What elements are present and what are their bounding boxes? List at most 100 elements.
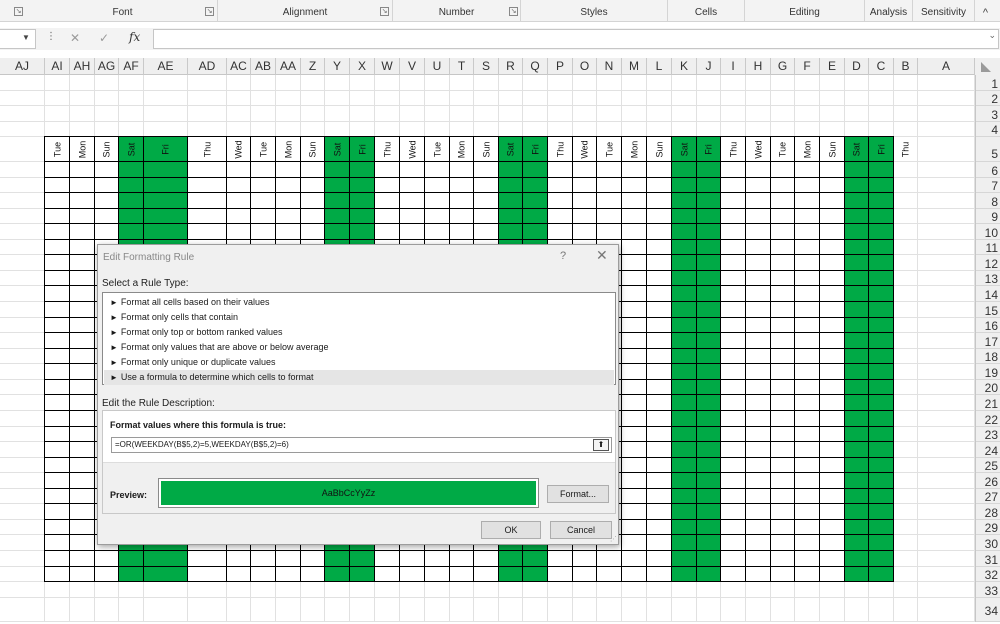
column-header-r[interactable]: R xyxy=(499,58,523,75)
row-header-28[interactable]: 28 xyxy=(976,504,1000,520)
column-header-d[interactable]: D xyxy=(845,58,869,75)
row-header-13[interactable]: 13 xyxy=(976,271,1000,286)
column-header-o[interactable]: O xyxy=(573,58,597,75)
row-header-27[interactable]: 27 xyxy=(976,489,1000,504)
insert-function-icon[interactable]: fx xyxy=(129,30,140,44)
rule-type-item[interactable]: ► Format only top or bottom ranked values xyxy=(104,325,614,340)
column-header-a[interactable]: A xyxy=(918,58,975,75)
column-header-m[interactable]: M xyxy=(622,58,647,75)
row-header-6[interactable]: 6 xyxy=(976,162,1000,178)
column-header-k[interactable]: K xyxy=(672,58,697,75)
column-header-y[interactable]: Y xyxy=(325,58,350,75)
collapse-ribbon-icon[interactable]: ^ xyxy=(983,0,988,26)
number-dialog-launcher-icon[interactable]: ↘ xyxy=(509,7,518,16)
cancel-entry-icon[interactable]: ✕ xyxy=(70,31,80,45)
row-header-14[interactable]: 14 xyxy=(976,286,1000,302)
column-header-z[interactable]: Z xyxy=(301,58,325,75)
enter-entry-icon[interactable]: ✓ xyxy=(99,31,109,45)
row-header-20[interactable]: 20 xyxy=(976,380,1000,395)
select-all-icon[interactable] xyxy=(981,62,991,72)
row-header-32[interactable]: 32 xyxy=(976,567,1000,582)
row-header-3[interactable]: 3 xyxy=(976,106,1000,122)
row-header-5[interactable]: 5 xyxy=(976,137,1000,162)
format-button[interactable]: Format... xyxy=(547,485,609,503)
row-header-8[interactable]: 8 xyxy=(976,193,1000,209)
row-header-33[interactable]: 33 xyxy=(976,582,1000,598)
row-header-9[interactable]: 9 xyxy=(976,209,1000,224)
name-box[interactable]: ▼ xyxy=(0,29,36,49)
row-header-24[interactable]: 24 xyxy=(976,442,1000,458)
row-header-23[interactable]: 23 xyxy=(976,427,1000,442)
row-header-4[interactable]: 4 xyxy=(976,122,1000,137)
row-header-34[interactable]: 34 xyxy=(976,598,1000,622)
column-header-n[interactable]: N xyxy=(597,58,622,75)
column-header-ab[interactable]: AB xyxy=(251,58,276,75)
rule-type-item[interactable]: ► Format only unique or duplicate values xyxy=(104,355,614,370)
rule-type-item[interactable]: ► Format only values that are above or be… xyxy=(104,340,614,355)
preview-swatch: AaBbCcYyZz xyxy=(161,481,536,505)
column-header-l[interactable]: L xyxy=(647,58,672,75)
cancel-button[interactable]: Cancel xyxy=(550,521,612,539)
column-header-ad[interactable]: AD xyxy=(188,58,227,75)
more-options-icon[interactable]: ⋮ xyxy=(46,31,56,42)
column-header-i[interactable]: I xyxy=(721,58,746,75)
column-header-t[interactable]: T xyxy=(450,58,474,75)
column-header-ae[interactable]: AE xyxy=(144,58,188,75)
row-header-10[interactable]: 10 xyxy=(976,224,1000,240)
row-header-15[interactable]: 15 xyxy=(976,302,1000,318)
row-header-31[interactable]: 31 xyxy=(976,551,1000,567)
column-header-ac[interactable]: AC xyxy=(227,58,251,75)
rule-type-item[interactable]: ► Format all cells based on their values xyxy=(104,295,614,310)
column-header-j[interactable]: J xyxy=(697,58,721,75)
column-header-p[interactable]: P xyxy=(548,58,573,75)
row-header-30[interactable]: 30 xyxy=(976,535,1000,551)
column-header-e[interactable]: E xyxy=(820,58,845,75)
formula-input[interactable] xyxy=(153,29,999,49)
column-header-u[interactable]: U xyxy=(425,58,450,75)
column-header-c[interactable]: C xyxy=(869,58,894,75)
row-header-29[interactable]: 29 xyxy=(976,520,1000,535)
column-header-af[interactable]: AF xyxy=(119,58,144,75)
rule-type-item[interactable]: ► Use a formula to determine which cells … xyxy=(104,370,614,385)
column-header-aj[interactable]: AJ xyxy=(0,58,45,75)
column-header-w[interactable]: W xyxy=(375,58,400,75)
row-header-2[interactable]: 2 xyxy=(976,91,1000,106)
row-header-25[interactable]: 25 xyxy=(976,458,1000,473)
column-header-b[interactable]: B xyxy=(894,58,918,75)
font-dialog-launcher-icon[interactable]: ↘ xyxy=(205,7,214,16)
row-header-21[interactable]: 21 xyxy=(976,395,1000,411)
row-header-18[interactable]: 18 xyxy=(976,349,1000,364)
column-header-v[interactable]: V xyxy=(400,58,425,75)
formula-field[interactable]: =OR(WEEKDAY(B$5,2)=5,WEEKDAY(B$5,2)=6) ⬆ xyxy=(111,437,612,453)
row-header-26[interactable]: 26 xyxy=(976,473,1000,489)
close-icon[interactable]: ✕ xyxy=(596,247,608,264)
collapse-dialog-icon[interactable]: ⬆ xyxy=(593,439,609,451)
column-header-q[interactable]: Q xyxy=(523,58,548,75)
column-header-s[interactable]: S xyxy=(474,58,499,75)
row-header-19[interactable]: 19 xyxy=(976,364,1000,380)
column-header-h[interactable]: H xyxy=(746,58,771,75)
column-header-g[interactable]: G xyxy=(771,58,795,75)
chevron-down-icon[interactable]: ▼ xyxy=(22,33,30,42)
row-header-16[interactable]: 16 xyxy=(976,318,1000,333)
row-header-17[interactable]: 17 xyxy=(976,333,1000,349)
row-header-22[interactable]: 22 xyxy=(976,411,1000,427)
column-header-f[interactable]: F xyxy=(795,58,820,75)
day-header-tue: Tue xyxy=(604,141,614,158)
row-header-11[interactable]: 11 xyxy=(976,240,1000,255)
column-header-ah[interactable]: AH xyxy=(70,58,95,75)
resize-grip-icon[interactable]: ⋰ xyxy=(610,535,617,543)
alignment-dialog-launcher-icon[interactable]: ↘ xyxy=(380,7,389,16)
help-icon[interactable]: ? xyxy=(560,250,566,262)
column-header-x[interactable]: X xyxy=(350,58,375,75)
column-header-ai[interactable]: AI xyxy=(45,58,70,75)
ok-button[interactable]: OK xyxy=(481,521,541,539)
expand-formula-bar-icon[interactable]: ⌄ xyxy=(988,30,996,41)
row-header-7[interactable]: 7 xyxy=(976,178,1000,193)
column-header-aa[interactable]: AA xyxy=(276,58,301,75)
column-header-ag[interactable]: AG xyxy=(95,58,119,75)
row-header-12[interactable]: 12 xyxy=(976,255,1000,271)
rule-type-item[interactable]: ► Format only cells that contain xyxy=(104,310,614,325)
row-header-1[interactable]: 1 xyxy=(976,75,1000,91)
clipboard-dialog-launcher-icon[interactable]: ↘ xyxy=(14,7,23,16)
